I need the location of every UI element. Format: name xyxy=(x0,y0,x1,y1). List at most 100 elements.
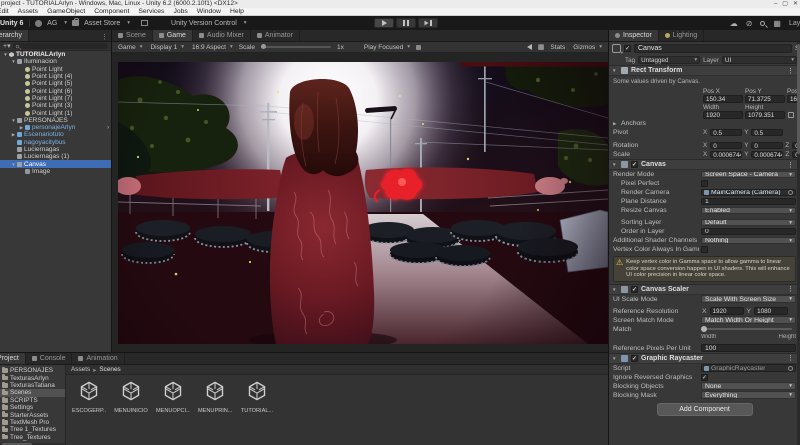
add-gameobject-button[interactable]: +▾ xyxy=(3,43,11,50)
foldout-icon[interactable]: ▼ xyxy=(2,52,9,57)
active-checkbox[interactable]: ✓ xyxy=(624,45,631,52)
folder-scenes[interactable]: Scenes xyxy=(0,389,65,396)
scene-asset-5[interactable]: TUTORIAL... xyxy=(240,380,274,414)
hierarchy-item-luciernagas[interactable]: Luciernagas xyxy=(0,146,111,153)
foldout-icon[interactable]: ▼ xyxy=(612,287,618,292)
hierarchy-item-luciernagas-1-[interactable]: Luciernagas (1) xyxy=(0,153,111,160)
menu-window[interactable]: Window xyxy=(197,8,221,16)
menu-gameobject[interactable]: GameObject xyxy=(47,8,85,16)
scene-asset-3[interactable]: MENUOPCI... xyxy=(156,380,190,414)
maximize-button[interactable]: ▢ xyxy=(782,0,788,8)
tag-dropdown[interactable]: Untagged ▾ xyxy=(638,56,700,64)
hierarchy-item-point-light-4-[interactable]: Point Light (4) xyxy=(0,73,111,80)
tab-project[interactable]: Project xyxy=(0,353,26,364)
undo-history-icon[interactable]: ⊘ xyxy=(746,19,753,28)
pivot-y-field[interactable]: 0.5 xyxy=(751,129,783,137)
enabled-checkbox[interactable]: ✓ xyxy=(631,286,638,293)
hierarchy-item-point-light[interactable]: Point Light xyxy=(0,66,111,73)
match-slider[interactable] xyxy=(701,328,792,330)
gizmos-dropdown[interactable]: Gizmos▾ xyxy=(571,44,604,51)
hierarchy-item-canvas[interactable]: ▼Canvas xyxy=(0,160,111,167)
hierarchy-item-personajearlyn[interactable]: ▶personajeArlyn› xyxy=(0,124,111,131)
slider-knob[interactable] xyxy=(701,326,707,332)
anchors-row[interactable]: ▶ Anchors xyxy=(609,119,800,128)
foldout-icon[interactable]: ▶ xyxy=(10,132,17,138)
rotation-y-field[interactable]: 0 xyxy=(751,142,783,150)
search-icon[interactable] xyxy=(760,21,765,26)
close-button[interactable]: ✕ xyxy=(793,0,798,8)
hierarchy-item-personajes[interactable]: ▼PERSONAJES xyxy=(0,117,111,124)
canvas-header[interactable]: ▼ ✓ Canvas ⋮ xyxy=(609,159,800,170)
folder-scripts[interactable]: SCRIPTS xyxy=(0,397,65,404)
breadcrumb-current[interactable]: Scenes xyxy=(99,366,120,373)
foldout-icon[interactable]: ▼ xyxy=(10,59,17,64)
object-picker-icon[interactable] xyxy=(788,190,793,195)
asset-store-dropdown[interactable]: Asset Store xyxy=(84,20,120,27)
object-picker-icon[interactable] xyxy=(788,366,793,371)
menu-jobs[interactable]: Jobs xyxy=(173,8,187,16)
enabled-checkbox[interactable]: ✓ xyxy=(631,355,638,362)
text-field[interactable]: 0 xyxy=(701,228,796,236)
pos-y-field[interactable]: 71.3725 xyxy=(745,95,785,103)
checkbox[interactable] xyxy=(701,246,708,253)
object-field[interactable]: GraphicRaycaster xyxy=(701,364,796,372)
account-dropdown[interactable]: AG xyxy=(47,20,57,27)
enabled-checkbox[interactable]: ✓ xyxy=(631,161,638,168)
hierarchy-item-image[interactable]: Image xyxy=(0,168,111,175)
pivot-x-field[interactable]: 0.5 xyxy=(710,129,742,137)
minimize-button[interactable]: – xyxy=(774,0,777,8)
folder-tree-1-textures[interactable]: Tree 1_Textures xyxy=(0,426,65,433)
dropdown[interactable]: Scale With Screen Size▾ xyxy=(701,295,796,303)
hierarchy-item-point-light-6-[interactable]: Point Light (6) xyxy=(0,87,111,94)
tab-animator[interactable]: Animator xyxy=(251,30,300,41)
folder-starterassets[interactable]: StarterAssets xyxy=(0,411,65,418)
component-menu-icon[interactable]: ⋮ xyxy=(787,161,797,169)
scene-asset-2[interactable]: MENUINICIO xyxy=(114,380,148,414)
stats-button[interactable]: Stats xyxy=(550,44,565,51)
text-field[interactable]: 1 xyxy=(701,198,796,206)
hierarchy-item-escenariotuto[interactable]: ▶Escenariotuto xyxy=(0,131,111,138)
foldout-icon[interactable]: ▼ xyxy=(612,68,618,73)
hierarchy-search-input[interactable] xyxy=(13,43,108,49)
pos-x-field[interactable]: 150.34 xyxy=(703,95,743,103)
foldout-icon[interactable]: ▼ xyxy=(612,162,618,167)
window-layout-icon[interactable] xyxy=(141,20,148,26)
hierarchy-item-point-light-3-[interactable]: Point Light (3) xyxy=(0,102,111,109)
aspect-dropdown[interactable]: 16:9 Aspect▾ xyxy=(190,44,235,51)
tab-animation[interactable]: Animation xyxy=(72,353,124,364)
vsync-grid-icon[interactable]: ▦ xyxy=(538,43,545,51)
scale-x-field[interactable]: 0.00067442 xyxy=(710,151,742,159)
folder-tree-textures[interactable]: Tree_Textures xyxy=(0,434,65,441)
scene-asset-1[interactable]: ESCOGERP... xyxy=(72,380,106,414)
version-control-dropdown[interactable]: Unity Version Control xyxy=(171,20,237,27)
checkbox[interactable]: ✓ xyxy=(701,374,708,381)
hierarchy-item-tutorialarlyn[interactable]: ▼TUTORIALArlyn xyxy=(0,51,111,58)
height-field[interactable]: 1079.351 xyxy=(745,111,785,119)
object-field[interactable]: MainCamera (Camera) xyxy=(701,189,796,197)
step-button[interactable] xyxy=(418,18,438,28)
foldout-icon[interactable]: ▶ xyxy=(18,125,25,131)
width-field[interactable]: 1920 xyxy=(703,111,743,119)
foldout-icon[interactable]: ▼ xyxy=(10,162,17,167)
play-button[interactable] xyxy=(374,18,394,28)
menu-edit[interactable]: Edit xyxy=(0,8,9,16)
rotation-x-field[interactable]: 0 xyxy=(710,142,742,150)
hierarchy-item-point-light-7-[interactable]: Point Light (7) xyxy=(0,95,111,102)
dropdown[interactable]: None▾ xyxy=(701,382,796,390)
display-dropdown[interactable]: Display 1▾ xyxy=(148,44,186,51)
menu-help[interactable]: Help xyxy=(230,8,244,16)
hierarchy-item-point-light-5-[interactable]: Point Light (5) xyxy=(0,80,111,87)
dropdown[interactable]: Match Width Or Height▾ xyxy=(701,316,796,324)
checkbox[interactable] xyxy=(701,180,708,187)
scale-slider-knob[interactable] xyxy=(261,44,266,49)
gameobject-icon[interactable] xyxy=(612,44,621,53)
dropdown[interactable]: Nothing▾ xyxy=(701,237,796,245)
scale-y-field[interactable]: 0.00067442 xyxy=(751,151,783,159)
foldout-icon[interactable]: ▼ xyxy=(612,356,618,361)
folder-texturastatiana[interactable]: TexturasTatiana xyxy=(0,382,65,389)
tab-hierarchy[interactable]: Hierarchy xyxy=(0,30,29,41)
tab-lighting[interactable]: Lighting xyxy=(659,30,705,41)
text-field[interactable]: 100 xyxy=(701,344,796,352)
breadcrumb-root[interactable]: Assets xyxy=(71,366,90,373)
folder-texturasarlyn[interactable]: TexturasArlyn xyxy=(0,374,65,381)
